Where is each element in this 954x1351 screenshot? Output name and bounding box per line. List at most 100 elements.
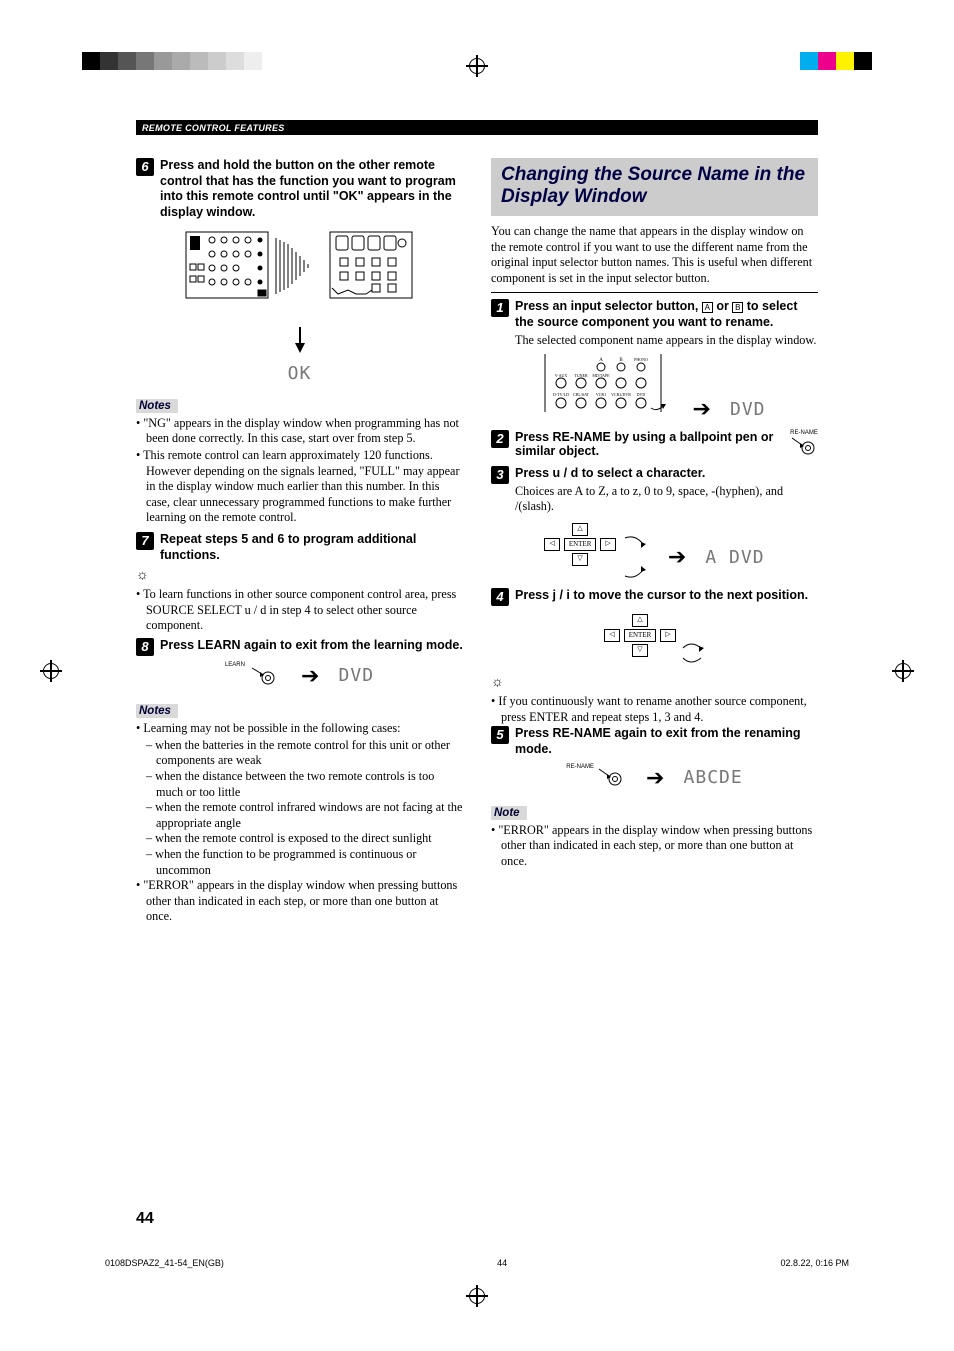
rename-button-diagram: RE-NAME: [790, 430, 818, 463]
step-3-follow: Choices are A to Z, a to z, 0 to 9, spac…: [515, 484, 818, 515]
updown-hint-icon: [619, 532, 649, 582]
display-ok: OK: [288, 362, 312, 385]
notes-2-tail-text: "ERROR" appears in the display window wh…: [136, 878, 463, 925]
step-6-text: Press and hold the button on the other r…: [160, 158, 456, 219]
tip-list-right: If you continuously want to rename anoth…: [491, 694, 818, 725]
display-advd: A DVD: [705, 546, 764, 569]
display-dvd: DVD: [730, 398, 766, 421]
registration-left-swatches: [82, 52, 262, 70]
note-heading: Note: [491, 806, 527, 820]
step-3-bold: Press u / d to select a character.: [515, 466, 705, 480]
notes-2-sublist: when the batteries in the remote control…: [136, 738, 463, 878]
notes-2-tail: "ERROR" appears in the display window wh…: [136, 878, 463, 925]
cursor-pad: △ ◁ENTER▷ ▽: [544, 521, 615, 568]
registration-right-swatches: [800, 52, 872, 70]
right-arrow-icon: ➔: [646, 764, 664, 792]
tip-icon: ☼: [136, 567, 463, 585]
note-item: "NG" appears in the display window when …: [136, 416, 463, 447]
changing-source-heading: Changing the Source Name in the Display …: [491, 158, 818, 216]
content-columns: 6 Press and hold the button on the other…: [136, 158, 818, 926]
crosshair-bottom: [466, 1285, 488, 1307]
footer-page: 44: [497, 1258, 507, 1268]
right-arrow-icon: ➔: [668, 543, 686, 571]
step-3-diagram: △ ◁ENTER▷ ▽ ➔ A DVD: [491, 521, 818, 582]
step-2-text: Press RE-NAME by using a ballpoint pen o…: [515, 430, 780, 463]
selector-buttons-diagram: A B PHONO V-AUX TUNER MD/TAPE: [543, 354, 673, 417]
right-arrow-icon: ➔: [693, 395, 711, 423]
page-number: 44: [136, 1210, 154, 1228]
svg-text:CBL/SAT: CBL/SAT: [573, 392, 590, 397]
step-number-2: 2: [491, 430, 509, 448]
display-abcde: ABCDE: [684, 766, 743, 789]
svg-text:VCR2/DVR: VCR2/DVR: [612, 392, 632, 397]
note-sub: when the batteries in the remote control…: [136, 738, 463, 769]
notes-heading-1: Notes: [136, 399, 178, 413]
svg-text:D-TV/LD: D-TV/LD: [553, 392, 569, 397]
step-number-1: 1: [491, 299, 509, 317]
step-number-5: 5: [491, 726, 509, 744]
step-1-follow: The selected component name appears in t…: [515, 333, 818, 349]
svg-text:VCR1: VCR1: [596, 392, 606, 397]
leftright-hint-icon: [679, 628, 705, 668]
step-4-diagram: △ ◁ENTER▷ ▽: [491, 612, 818, 668]
tip-right-text: If you continuously want to rename anoth…: [491, 694, 818, 725]
step-number-4: 4: [491, 588, 509, 606]
svg-text:A: A: [600, 358, 604, 363]
tip-text: To learn functions in other source compo…: [136, 587, 463, 634]
footer-date: 02.8.22, 0:16 PM: [780, 1258, 849, 1268]
svg-text:B: B: [620, 358, 624, 363]
notes-2-lead: Learning may not be possible in the foll…: [136, 721, 463, 737]
step-5: 5 Press RE-NAME again to exit from the r…: [491, 726, 818, 757]
tip-list: To learn functions in other source compo…: [136, 587, 463, 634]
notes-1-list: "NG" appears in the display window when …: [136, 416, 463, 526]
step-1-diagram: A B PHONO V-AUX TUNER MD/TAPE: [491, 354, 818, 423]
right-arrow-icon: ➔: [301, 662, 319, 690]
section-title: REMOTE CONTROL FEATURES: [142, 123, 285, 133]
a-box: A: [702, 302, 713, 313]
down-arrow-icon: [293, 327, 307, 353]
note-item: This remote control can learn approximat…: [136, 448, 463, 526]
learn-button-icon: [248, 664, 282, 688]
step-number-3: 3: [491, 466, 509, 484]
cursor-pad: △ ◁ENTER▷ ▽: [604, 612, 675, 659]
notes-heading-2: Notes: [136, 704, 178, 718]
or-text: or: [713, 299, 732, 313]
step-number-6: 6: [136, 158, 154, 176]
note-sub: when the distance between the two remote…: [136, 769, 463, 800]
step-4: 4 Press j / i to move the cursor to the …: [491, 588, 818, 606]
step-2: 2 Press RE-NAME by using a ballpoint pen…: [491, 430, 818, 463]
step-number-8: 8: [136, 638, 154, 656]
crosshair-top: [466, 55, 488, 77]
step-1-bold-a: Press an input selector button,: [515, 299, 702, 313]
rename-button-icon: [597, 767, 627, 789]
note-right-list: "ERROR" appears in the display window wh…: [491, 823, 818, 870]
note-right-text: "ERROR" appears in the display window wh…: [491, 823, 818, 870]
step-6-diagram: OK: [136, 226, 463, 384]
step-6: 6 Press and hold the button on the other…: [136, 158, 463, 220]
note-sub: when the function to be programmed is co…: [136, 847, 463, 878]
svg-text:DVD: DVD: [637, 392, 646, 397]
rename-label: RE-NAME: [566, 764, 594, 770]
step-5-diagram: RE-NAME ➔ ABCDE: [491, 764, 818, 792]
note-sub: when the remote control infrared windows…: [136, 800, 463, 831]
step-4-bold: Press j / i to move the cursor to the ne…: [515, 588, 808, 602]
crosshair-right: [892, 660, 914, 682]
display-dvd: DVD: [339, 664, 375, 687]
step-8: 8 Press LEARN again to exit from the lea…: [136, 638, 463, 656]
svg-text:V-AUX: V-AUX: [555, 373, 568, 378]
tip-icon: ☼: [491, 674, 818, 692]
svg-text:PHONO: PHONO: [635, 357, 649, 362]
step-8-diagram: LEARN ➔ DVD: [136, 662, 463, 690]
intro-text: You can change the name that appears in …: [491, 224, 818, 286]
remote-pair-diagram: [180, 226, 420, 316]
b-box: B: [732, 302, 743, 313]
right-column: Changing the Source Name in the Display …: [491, 158, 818, 926]
step-5-text: Press RE-NAME again to exit from the ren…: [515, 726, 800, 756]
notes-2-list: Learning may not be possible in the foll…: [136, 721, 463, 737]
section-header: REMOTE CONTROL FEATURES: [136, 120, 818, 135]
footer: 0108DSPAZ2_41-54_EN(GB) 44 02.8.22, 0:16…: [105, 1258, 849, 1268]
svg-text:MD/TAPE: MD/TAPE: [593, 373, 611, 378]
learn-label: LEARN: [225, 662, 245, 668]
step-7: 7 Repeat steps 5 and 6 to program additi…: [136, 532, 463, 563]
step-number-7: 7: [136, 532, 154, 550]
